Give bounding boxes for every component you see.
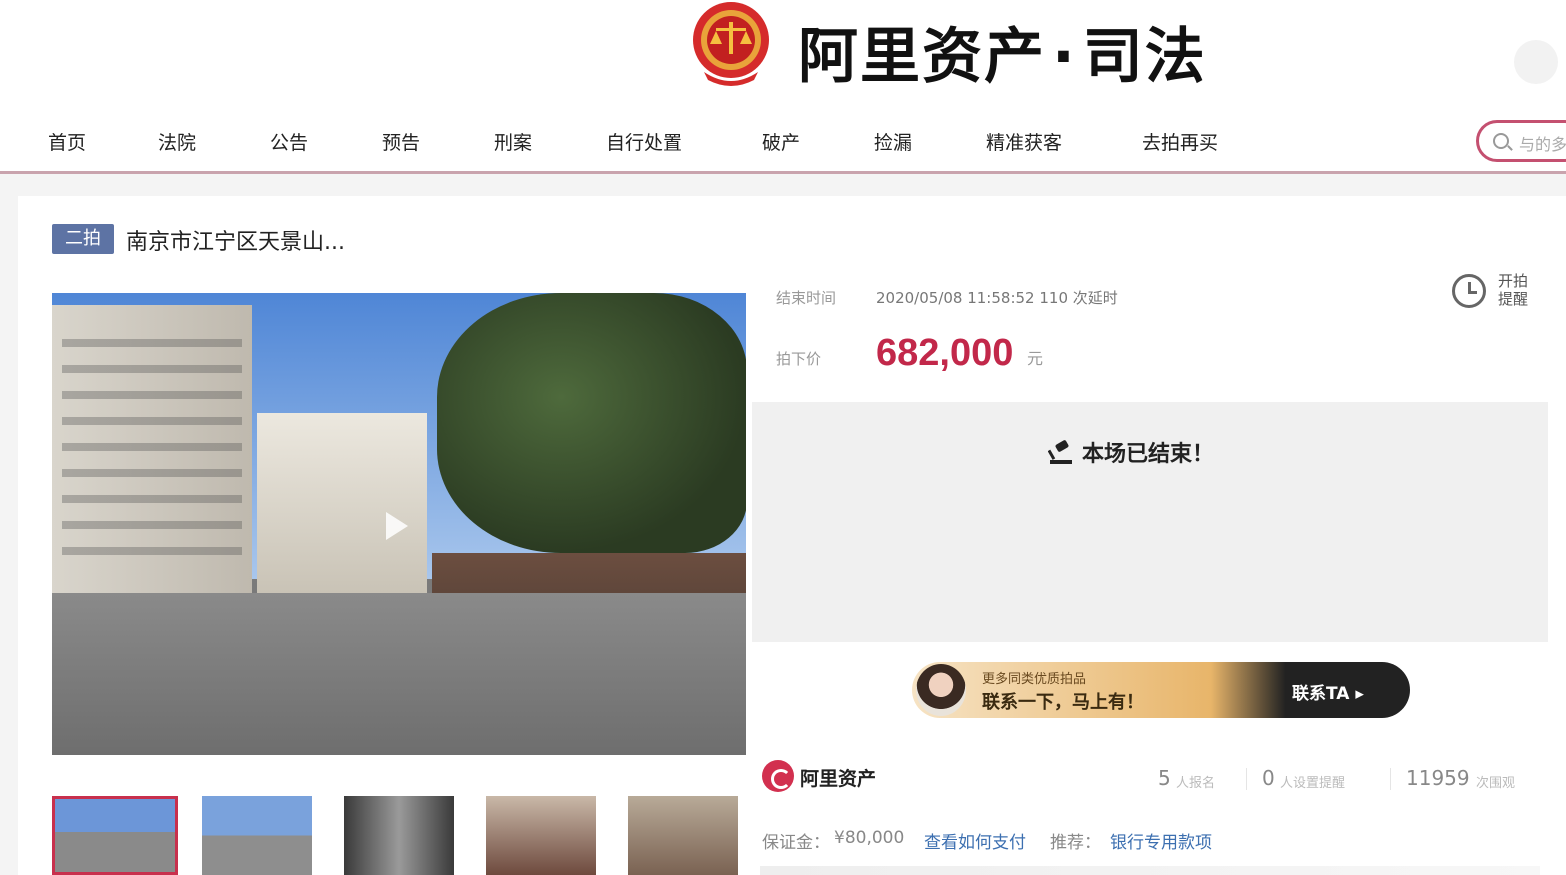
final-price: 682,000 [876,332,1014,374]
price-unit: 元 [1027,349,1044,368]
end-time-label: 结束时间 [776,289,837,307]
banner-line1: 更多同类优质拍品 [982,672,1087,687]
nav-item-precise[interactable]: 精准获客 [986,128,1062,155]
site-header: 阿里资产 · 司法 [0,0,1566,110]
nav-item-preview[interactable]: 预告 [382,128,420,155]
views-label: 次围观 [1476,776,1516,791]
thumbnail-3[interactable] [344,796,454,875]
round-badge: 二拍 [52,224,114,254]
thumbnail-1[interactable] [52,796,178,875]
main-nav: 首页 法院 公告 预告 刑案 自行处置 破产 捡漏 精准获客 去拍再买 [0,110,1566,174]
thumbnail-2[interactable] [202,796,312,875]
search-input[interactable]: 与的多 [1476,120,1566,162]
user-avatar-icon[interactable] [1514,40,1558,84]
listing-title: 南京市江宁区天景山... [126,230,345,255]
nav-item-criminal[interactable]: 刑案 [494,128,532,155]
brand-subtitle: 司法 [1082,22,1207,92]
site-brand[interactable]: 阿里资产 · 司法 [798,8,1207,95]
thumbnail-4[interactable] [486,796,596,875]
nav-item-buy-again[interactable]: 去拍再买 [1142,128,1218,155]
court-emblem-icon [693,2,769,86]
deposit-value: ¥80,000 [834,828,905,848]
price-label: 拍下价 [776,350,822,368]
nav-item-bankruptcy[interactable]: 破产 [762,128,800,155]
thumbnail-5[interactable] [628,796,738,875]
ali-asset-logo-icon [762,760,794,792]
recommend-label: 推荐： [1050,833,1101,853]
agent-avatar [916,664,966,716]
platform-name[interactable]: 阿里资产 [800,764,876,791]
reminders-count: 0 [1262,766,1275,790]
search-icon [1493,133,1509,149]
recommend-link[interactable]: 银行专用款项 [1110,828,1212,853]
brand-title: 阿里资产 [798,22,1046,92]
play-icon[interactable] [386,512,408,540]
banner-line2: 联系一下，马上有！ [982,692,1144,713]
applicants-label: 人报名 [1176,776,1216,791]
auction-ended-text: 本场已结束！ [1082,442,1215,467]
how-to-pay-link[interactable]: 查看如何支付 [924,828,1026,853]
nav-item-court[interactable]: 法院 [158,128,196,155]
search-placeholder: 与的多 [1519,135,1566,154]
applicants-count: 5 [1158,766,1171,790]
contact-banner[interactable]: 更多同类优质拍品 联系一下，马上有！ 联系TA ▸ [912,662,1410,718]
end-time-value: 2020/05/08 11:58:52 110 次延时 [876,289,1118,307]
nav-item-home[interactable]: 首页 [48,128,86,155]
nav-item-self-disposal[interactable]: 自行处置 [606,128,682,155]
views-count: 11959 [1406,766,1470,790]
nav-item-bargain[interactable]: 捡漏 [874,128,912,155]
nav-item-notice[interactable]: 公告 [270,128,308,155]
clock-icon[interactable] [1452,274,1486,308]
gavel-icon [1048,440,1072,464]
deposit-label: 保证金： [762,833,830,853]
contact-button[interactable]: 联系TA ▸ [1292,679,1364,704]
brand-dot: · [1052,22,1077,92]
remind-label[interactable]: 开拍提醒 [1498,272,1538,308]
reminders-label: 人设置提醒 [1280,776,1346,791]
